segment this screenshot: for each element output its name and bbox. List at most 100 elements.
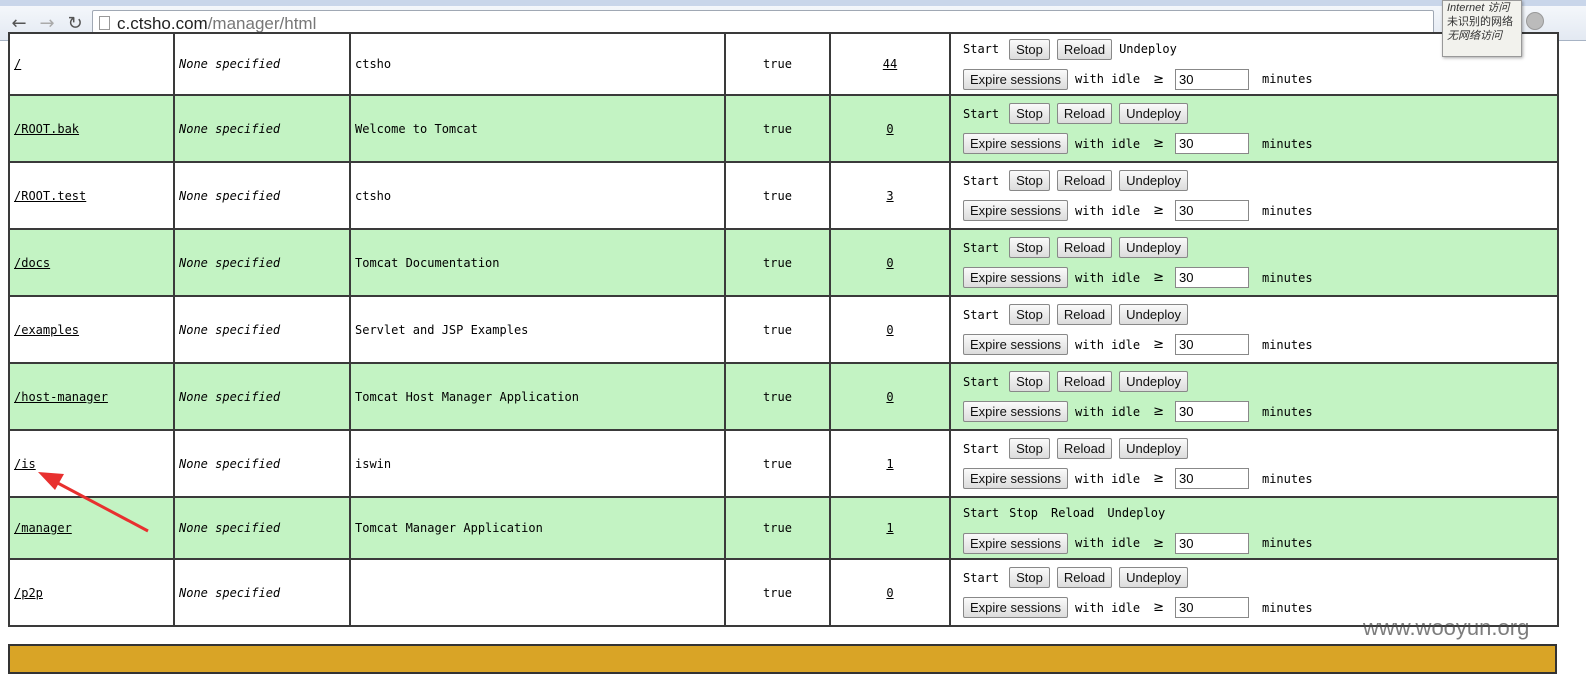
- undeploy-button[interactable]: Undeploy: [1119, 237, 1189, 258]
- table-row: /examples None specified Servlet and JSP E…: [8, 295, 1559, 364]
- app-path-link[interactable]: /ROOT.test: [14, 189, 86, 203]
- table-row: / None specified ctsho true 44 Start Stop Reloa…: [8, 32, 1559, 96]
- command-buttons: Start Stop Reload Undeploy: [963, 563, 1557, 593]
- expire-sessions-button[interactable]: Expire sessions: [963, 597, 1069, 618]
- app-sessions-link[interactable]: 0: [886, 122, 893, 136]
- idle-minutes-input[interactable]: [1174, 334, 1249, 355]
- reload-button[interactable]: Reload: [1056, 371, 1113, 392]
- app-path-link[interactable]: /is: [14, 457, 36, 471]
- expire-sessions-button[interactable]: Expire sessions: [963, 133, 1069, 154]
- footer-bar: [8, 644, 1557, 674]
- command-buttons: Start Stop Reload Undeploy: [963, 99, 1557, 129]
- idle-minutes-input[interactable]: [1174, 267, 1249, 288]
- app-sessions-link[interactable]: 1: [886, 457, 893, 471]
- expire-sessions-form: Expire sessions with idle ≥ minutes: [963, 528, 1557, 558]
- undeploy-button[interactable]: Undeploy: [1119, 371, 1189, 392]
- reload-button[interactable]: Reload: [1056, 567, 1113, 588]
- app-commands-cell: Start Stop Reload Undeploy Expire sessions wi…: [949, 496, 1559, 560]
- idle-minutes-input[interactable]: [1174, 133, 1249, 154]
- app-sessions-link[interactable]: 3: [886, 189, 893, 203]
- idle-minutes-input[interactable]: [1174, 532, 1249, 554]
- app-path-cell: /docs: [8, 228, 175, 297]
- app-sessions-cell: 0: [829, 295, 951, 364]
- app-path-cell: /ROOT.bak: [8, 94, 175, 163]
- app-commands-cell: Start Stop Reload Undeploy Expire sessions wi…: [949, 429, 1559, 498]
- undeploy-button[interactable]: Undeploy: [1119, 304, 1189, 325]
- minutes-label: minutes: [1261, 203, 1313, 218]
- table-row: /p2p None specified true 0 Start Stop Reload Un…: [8, 558, 1559, 627]
- app-sessions-link[interactable]: 0: [886, 586, 893, 600]
- reload-button[interactable]: Reload: [1056, 304, 1113, 325]
- greater-equal-symbol: ≥: [1153, 471, 1164, 486]
- stop-button[interactable]: Stop: [1009, 38, 1050, 60]
- reload-icon[interactable]: ↻: [64, 14, 86, 34]
- undeploy-button[interactable]: Undeploy: [1119, 170, 1189, 191]
- expire-sessions-button[interactable]: Expire sessions: [963, 532, 1069, 554]
- popup-line-1: Internet 访问: [1447, 2, 1510, 14]
- with-idle-label: with idle: [1075, 136, 1141, 151]
- idle-minutes-input[interactable]: [1174, 68, 1249, 90]
- stop-button[interactable]: Stop: [1009, 371, 1050, 392]
- app-path-link[interactable]: /manager: [14, 521, 72, 535]
- idle-minutes-input[interactable]: [1174, 468, 1249, 489]
- reload-button[interactable]: Reload: [1056, 38, 1113, 60]
- minutes-label: minutes: [1261, 72, 1313, 86]
- app-path-cell: /: [8, 32, 175, 96]
- app-running: true: [724, 362, 831, 431]
- app-path-link[interactable]: /docs: [14, 256, 50, 270]
- idle-minutes-input[interactable]: [1174, 597, 1249, 618]
- expire-sessions-button[interactable]: Expire sessions: [963, 200, 1069, 221]
- stop-button[interactable]: Stop: [1009, 438, 1050, 459]
- greater-equal-symbol: ≥: [1153, 337, 1164, 352]
- idle-minutes-input[interactable]: [1174, 200, 1249, 221]
- app-sessions-link[interactable]: 1: [886, 521, 893, 535]
- undeploy-button[interactable]: Undeploy: [1119, 438, 1189, 459]
- app-sessions-link[interactable]: 0: [886, 390, 893, 404]
- undeploy-button[interactable]: Undeploy: [1119, 567, 1189, 588]
- stop-button[interactable]: Stop: [1009, 103, 1050, 124]
- expire-sessions-button[interactable]: Expire sessions: [963, 468, 1069, 489]
- reload-button[interactable]: Reload: [1056, 103, 1113, 124]
- start-label: Start: [963, 106, 1000, 121]
- minutes-label: minutes: [1261, 536, 1313, 550]
- stop-button[interactable]: Stop: [1009, 237, 1050, 258]
- command-buttons: Start Stop Reload Undeploy: [963, 233, 1557, 263]
- expire-sessions-button[interactable]: Expire sessions: [963, 334, 1069, 355]
- app-path-link[interactable]: /: [14, 57, 21, 71]
- stop-button[interactable]: Stop: [1009, 567, 1050, 588]
- expire-sessions-button[interactable]: Expire sessions: [963, 68, 1069, 90]
- app-commands-cell: Start Stop Reload Undeploy Expire sessions wi…: [949, 94, 1559, 163]
- stop-button[interactable]: Stop: [1009, 170, 1050, 191]
- app-running: true: [724, 295, 831, 364]
- app-path-link[interactable]: /examples: [14, 323, 79, 337]
- forward-arrow-icon[interactable]: →: [36, 14, 58, 34]
- app-sessions-cell: 3: [829, 161, 951, 230]
- stop-button[interactable]: Stop: [1009, 304, 1050, 325]
- reload-button[interactable]: Reload: [1056, 438, 1113, 459]
- back-arrow-icon[interactable]: ←: [8, 14, 30, 34]
- reload-button[interactable]: Reload: [1056, 237, 1113, 258]
- greater-equal-symbol: ≥: [1153, 71, 1164, 87]
- app-path-link[interactable]: /ROOT.bak: [14, 122, 79, 136]
- with-idle-label: with idle: [1075, 203, 1141, 218]
- app-sessions-link[interactable]: 0: [886, 323, 893, 337]
- table-row: /host-manager None specified Tomcat Host M…: [8, 362, 1559, 431]
- app-display-name: Welcome to Tomcat: [349, 94, 726, 163]
- app-path-cell: /manager: [8, 496, 175, 560]
- reload-button[interactable]: Reload: [1056, 170, 1113, 191]
- undeploy-button[interactable]: Undeploy: [1119, 103, 1189, 124]
- app-commands-cell: Start Stop Reload Undeploy Expire sessions wi…: [949, 362, 1559, 431]
- app-path-link[interactable]: /p2p: [14, 586, 43, 600]
- greater-equal-symbol: ≥: [1153, 535, 1164, 551]
- app-running: true: [724, 558, 831, 627]
- start-label: Start: [963, 570, 1000, 585]
- app-sessions-link[interactable]: 0: [886, 256, 893, 270]
- expire-sessions-button[interactable]: Expire sessions: [963, 401, 1069, 422]
- app-sessions-cell: 44: [829, 32, 951, 96]
- idle-minutes-input[interactable]: [1174, 401, 1249, 422]
- start-label: Start: [963, 506, 1000, 520]
- expire-sessions-button[interactable]: Expire sessions: [963, 267, 1069, 288]
- app-sessions-cell: 0: [829, 94, 951, 163]
- app-path-link[interactable]: /host-manager: [14, 390, 108, 404]
- app-sessions-link[interactable]: 44: [883, 57, 897, 71]
